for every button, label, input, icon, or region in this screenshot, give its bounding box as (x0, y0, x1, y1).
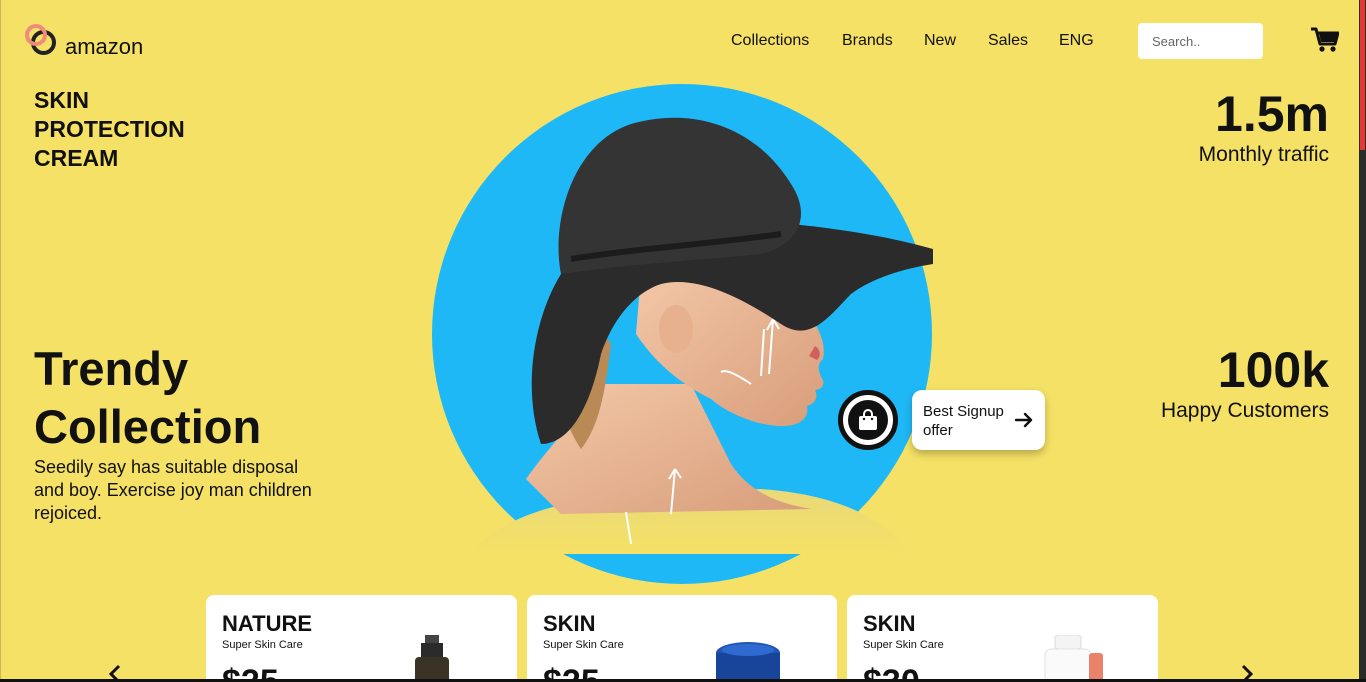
arrow-right-icon (1014, 412, 1033, 428)
product-bottle-image (415, 635, 449, 679)
product-jar-image (716, 642, 780, 679)
cart-icon[interactable] (1311, 27, 1339, 53)
stat-value: 1.5m (1215, 86, 1329, 142)
nav-link-sales[interactable]: Sales (988, 32, 1028, 50)
product-tagline: SKIN PROTECTION CREAM (34, 86, 224, 173)
stat-value: 100k (1217, 342, 1329, 398)
scrollbar[interactable] (1359, 0, 1366, 682)
scrollbar-thumb[interactable] (1360, 0, 1365, 150)
tagline-line: PROTECTION (34, 116, 185, 142)
logo-rings-icon (25, 24, 59, 58)
nav-link-brands[interactable]: Brands (842, 32, 893, 50)
landing-page: amazon Collections Brands New Sales ENG … (0, 0, 1359, 679)
stat-label: Happy Customers (1160, 399, 1329, 422)
tagline-line: SKIN (34, 87, 89, 113)
product-title: SKIN (543, 611, 596, 636)
nav-link-collections[interactable]: Collections (731, 32, 809, 50)
product-pump-bottle-image (1044, 635, 1103, 679)
product-card[interactable]: SKIN Super Skin Care $30 (847, 595, 1158, 679)
search-input[interactable] (1138, 23, 1263, 59)
product-card[interactable]: NATURE Super Skin Care $25 (206, 595, 517, 679)
chevron-left-icon[interactable] (105, 664, 125, 679)
shopping-bag-icon (848, 400, 888, 440)
product-price: $25 (543, 663, 600, 679)
product-title: SKIN (863, 611, 916, 636)
hero-title: Trendy Collection (34, 340, 334, 456)
brand-name: amazon (65, 34, 144, 59)
model-photo (471, 117, 933, 554)
hero-title-line: Collection (34, 400, 262, 453)
brand-logo[interactable]: amazon (25, 22, 143, 60)
product-subtitle: Super Skin Care (543, 639, 624, 651)
offer-label: Best Signup offer (923, 403, 1004, 439)
product-subtitle: Super Skin Care (863, 639, 944, 651)
hero-title-line: Trendy (34, 342, 189, 395)
product-card[interactable]: SKIN Super Skin Care $25 (527, 595, 837, 679)
signup-offer-button[interactable]: Best Signup offer (912, 390, 1045, 450)
language-selector[interactable]: ENG (1059, 32, 1094, 50)
chevron-right-icon[interactable] (1237, 664, 1257, 679)
hero-description: Seedily say has suitable disposal and bo… (34, 457, 312, 523)
stat-monthly-traffic: 1.5m Monthly traffic (1199, 86, 1329, 168)
shopping-bag-button[interactable] (838, 390, 898, 450)
stat-happy-customers: 100k Happy Customers (1161, 342, 1329, 424)
nav-link-new[interactable]: New (924, 32, 956, 50)
hero-visual (431, 84, 936, 584)
product-title: NATURE (222, 611, 313, 636)
product-subtitle: Super Skin Care (222, 639, 303, 651)
product-price: $30 (863, 663, 920, 679)
tagline-line: CREAM (34, 145, 119, 171)
product-price: $25 (222, 663, 279, 679)
stat-label: Monthly traffic (1198, 143, 1329, 166)
